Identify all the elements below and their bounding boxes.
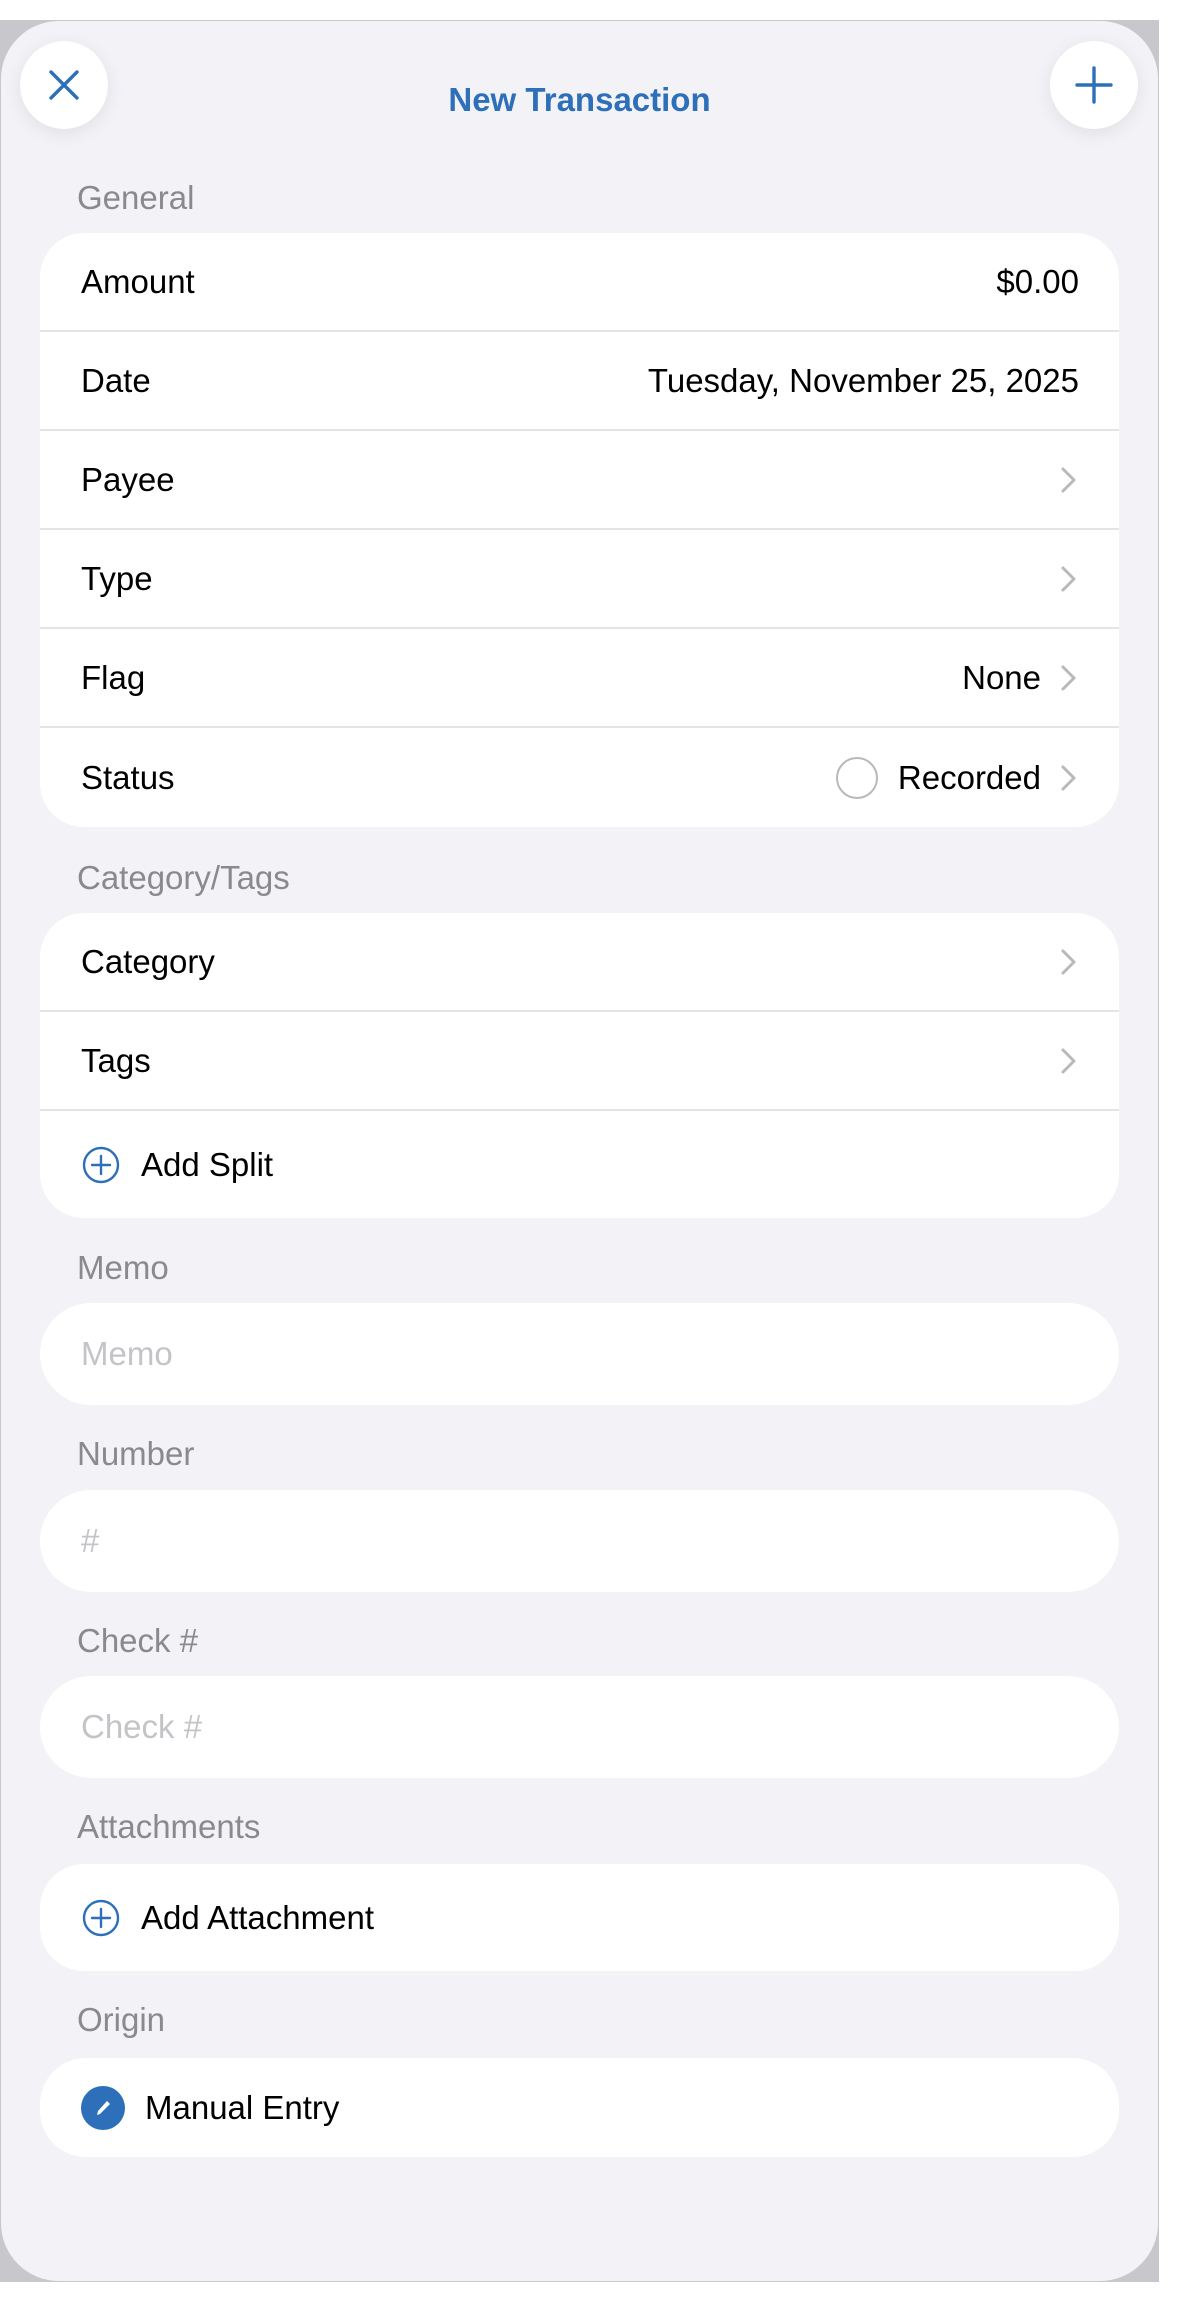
section-label-memo: Memo [77, 1249, 169, 1286]
type-label: Type [81, 559, 153, 597]
category-tags-group: Category Tags Add Split [40, 913, 1119, 1218]
plus-circle-icon [82, 1899, 120, 1936]
chevron-right-icon [1061, 949, 1076, 974]
memo-input[interactable] [81, 1335, 1119, 1373]
section-label-attachments: Attachments [77, 1808, 261, 1845]
transaction-sheet: New Transaction General Amount $0.00 Dat… [1, 21, 1158, 2281]
page-title: New Transaction [448, 81, 711, 118]
status-label: Status [81, 758, 175, 796]
add-split-label: Add Split [141, 1145, 274, 1183]
check-input[interactable] [81, 1708, 1119, 1746]
add-split-button[interactable]: Add Split [40, 1111, 1119, 1218]
date-value[interactable]: Tuesday, November 25, 2025 [648, 362, 1079, 400]
origin-value: Manual Entry [145, 2088, 340, 2126]
sheet-header: New Transaction [1, 21, 1158, 171]
chevron-right-icon [1061, 467, 1076, 492]
amount-row[interactable]: Amount $0.00 [40, 233, 1119, 332]
chevron-right-icon [1061, 665, 1076, 690]
section-label-check: Check # [77, 1622, 199, 1659]
amount-label: Amount [81, 262, 195, 300]
type-row[interactable]: Type [40, 530, 1119, 629]
plus-circle-icon [82, 1146, 120, 1183]
date-label: Date [81, 361, 151, 399]
section-label-origin: Origin [77, 2001, 166, 2038]
general-group: Amount $0.00 Date Tuesday, November 25, … [40, 233, 1119, 827]
status-value: Recorded [897, 758, 1041, 796]
chevron-right-icon [1061, 566, 1076, 591]
add-attachment-button[interactable]: Add Attachment [40, 1864, 1119, 1971]
status-circle-icon[interactable] [835, 756, 878, 799]
section-label-general: General [77, 179, 195, 216]
memo-field[interactable] [40, 1303, 1119, 1405]
add-button[interactable] [1050, 41, 1138, 129]
origin-row: Manual Entry [40, 2058, 1119, 2157]
status-row[interactable]: Status Recorded [40, 728, 1119, 827]
attachments-group: Add Attachment [40, 1864, 1119, 1971]
amount-value[interactable]: $0.00 [996, 263, 1079, 301]
number-input[interactable] [81, 1522, 1119, 1560]
payee-label: Payee [81, 460, 175, 498]
section-label-category-tags: Category/Tags [77, 859, 290, 896]
flag-row[interactable]: Flag None [40, 629, 1119, 728]
date-row[interactable]: Date Tuesday, November 25, 2025 [40, 332, 1119, 431]
flag-label: Flag [81, 658, 146, 696]
tags-row[interactable]: Tags [40, 1012, 1119, 1111]
check-field[interactable] [40, 1676, 1119, 1778]
chevron-right-icon [1061, 1048, 1076, 1073]
category-row[interactable]: Category [40, 913, 1119, 1012]
tags-label: Tags [81, 1041, 151, 1079]
payee-row[interactable]: Payee [40, 431, 1119, 530]
number-field[interactable] [40, 1490, 1119, 1592]
flag-value: None [962, 658, 1041, 696]
category-label: Category [81, 942, 215, 980]
section-label-number: Number [77, 1435, 195, 1472]
chevron-right-icon [1061, 765, 1076, 790]
add-attachment-label: Add Attachment [141, 1898, 374, 1936]
pencil-icon [81, 2085, 125, 2130]
plus-icon [1075, 66, 1113, 104]
